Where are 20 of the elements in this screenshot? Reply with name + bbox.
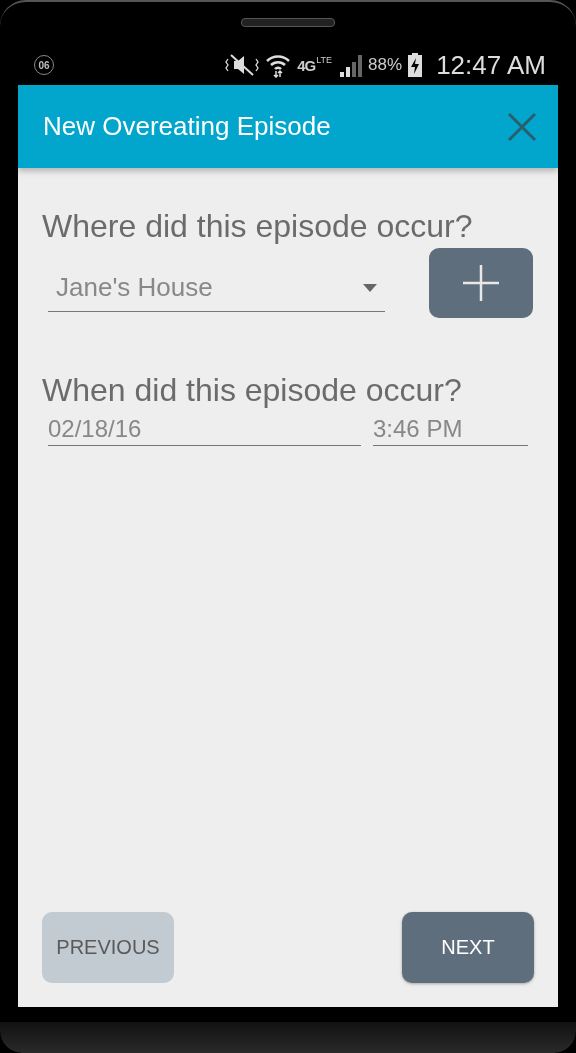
battery-percent: 88% [368,55,403,75]
time-field[interactable]: 3:46 PM [373,414,528,446]
question-text: Where did this episode occur? [42,207,474,246]
signal-icon [338,53,363,77]
status-time: 12:47 AM [436,49,546,81]
date-field[interactable]: 02/18/16 [48,414,361,446]
wifi-icon [265,52,292,78]
next-button[interactable]: NEXT [402,912,534,983]
dropdown-caret-icon [363,283,377,292]
question-text: When did this episode occur? [42,371,463,410]
network-subtype: LTE [316,55,333,65]
close-icon [506,110,538,143]
network-type: 4G [297,56,316,74]
battery-charging-icon [408,53,423,77]
location-dropdown[interactable]: Jane's House [48,264,385,312]
app-bar-title: New Overeating Episode [43,111,331,142]
add-location-button[interactable] [429,248,533,318]
close-button[interactable] [506,110,538,143]
mute-icon [225,53,260,77]
plus-icon [462,264,500,302]
